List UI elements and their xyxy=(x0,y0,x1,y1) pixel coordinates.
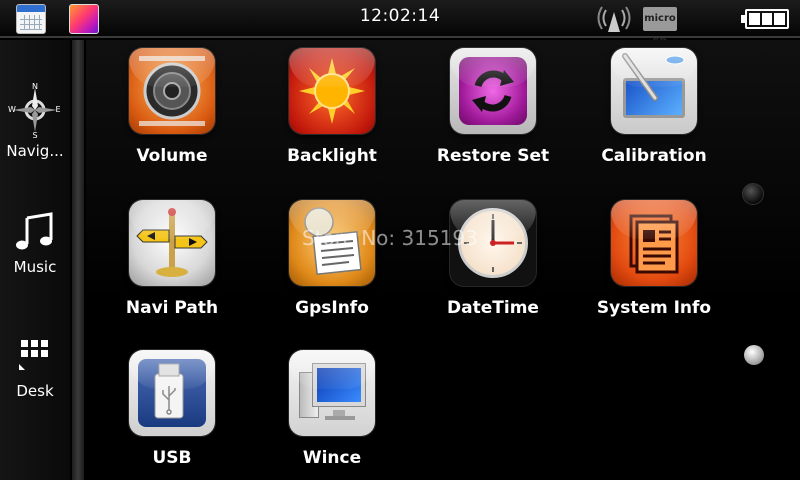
calendar-icon[interactable] xyxy=(16,4,46,34)
app-label: GpsInfo xyxy=(295,298,369,318)
app-backlight[interactable]: Backlight xyxy=(252,48,412,166)
app-label: System Info xyxy=(596,298,712,318)
app-calibration[interactable]: Calibration xyxy=(574,48,734,166)
document-icon xyxy=(611,200,697,286)
grid-icon xyxy=(19,340,48,370)
compass-s: S xyxy=(32,131,37,138)
compass-icon: N E S W xyxy=(8,82,60,138)
music-note-icon xyxy=(16,212,53,250)
app-label: Navi Path xyxy=(125,298,219,318)
signpost-icon xyxy=(129,200,215,286)
app-label: USB xyxy=(152,448,192,468)
app-grid: Volume Backlight Restore Set Calibration… xyxy=(86,40,800,480)
compass-n: N xyxy=(32,82,38,91)
battery-icon xyxy=(741,9,789,29)
app-label: Calibration xyxy=(601,146,707,166)
app-label: Backlight xyxy=(287,146,377,166)
compass-w: W xyxy=(8,105,16,114)
app-label: Volume xyxy=(136,146,208,166)
sun-icon xyxy=(289,48,375,134)
clock-time: 12:02:14 xyxy=(359,6,441,26)
app-navi-path[interactable]: Navi Path xyxy=(92,200,252,318)
app-wince[interactable]: Wince xyxy=(252,350,412,468)
color-palette-icon[interactable] xyxy=(69,4,99,34)
restore-arrows-icon xyxy=(450,48,536,134)
sidebar-item-navigation[interactable]: N E S W Navig... xyxy=(0,82,70,160)
sidebar-item-music[interactable]: Music xyxy=(0,210,70,276)
speaker-icon xyxy=(129,48,215,134)
app-gpsinfo[interactable]: GpsInfo xyxy=(252,200,412,318)
sidebar-item-label: Music xyxy=(13,258,57,276)
signal-icon xyxy=(597,4,631,34)
app-system-info[interactable]: System Info xyxy=(574,200,734,318)
sidebar: N E S W Navig... Music Desk xyxy=(0,40,70,480)
app-usb[interactable]: USB xyxy=(92,350,252,468)
app-label: Wince xyxy=(302,448,362,468)
app-label: Restore Set xyxy=(436,146,550,166)
status-bar: 12:02:14 micro SD xyxy=(0,0,800,48)
hardware-button-top[interactable] xyxy=(742,183,764,205)
touch-pen-icon xyxy=(611,48,697,134)
app-label: DateTime xyxy=(447,298,539,318)
sd-card-icon: micro SD xyxy=(643,7,677,48)
sidebar-item-desk[interactable]: Desk xyxy=(0,338,70,400)
hardware-button-bottom[interactable] xyxy=(744,345,764,365)
sidebar-item-label: Desk xyxy=(16,382,54,400)
sidebar-divider xyxy=(72,40,84,480)
sidebar-item-label: Navig... xyxy=(6,142,64,160)
watermark: Store No: 315193 xyxy=(302,226,478,250)
app-datetime[interactable]: DateTime xyxy=(413,200,573,318)
app-restore-set[interactable]: Restore Set xyxy=(413,48,573,166)
usb-icon xyxy=(129,350,215,436)
computer-icon xyxy=(289,350,375,436)
compass-e: E xyxy=(55,105,60,114)
app-volume[interactable]: Volume xyxy=(92,48,252,166)
